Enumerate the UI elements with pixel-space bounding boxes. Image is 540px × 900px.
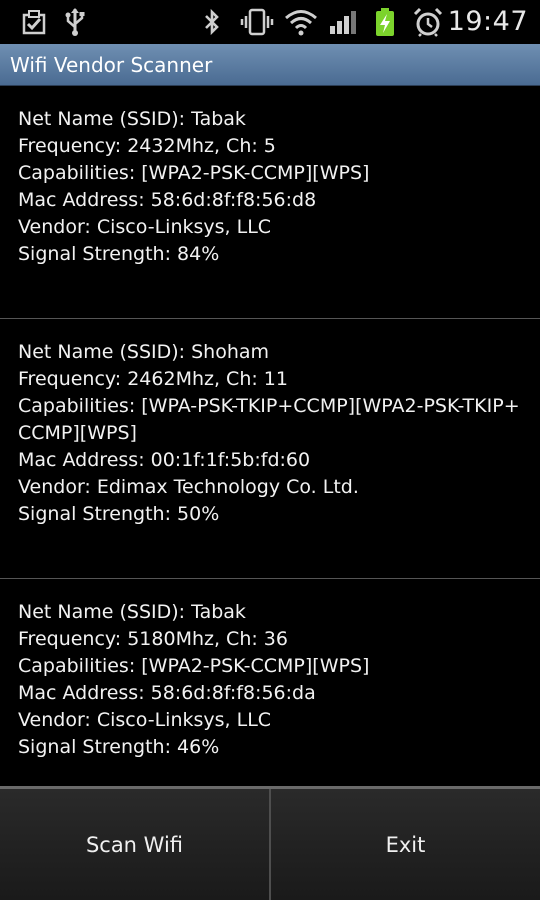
- app-title-bar: Wifi Vendor Scanner: [0, 44, 540, 86]
- app-title: Wifi Vendor Scanner: [10, 53, 213, 77]
- network-capabilities: Capabilities: [WPA2-PSK-CCMP][WPS]: [18, 162, 370, 184]
- scan-wifi-button[interactable]: Scan Wifi: [0, 789, 269, 900]
- network-capabilities: Capabilities: [WPA2-PSK-CCMP][WPS]: [18, 655, 370, 677]
- network-vendor: Vendor: Cisco-Linksys, LLC: [18, 709, 272, 731]
- network-ssid: Net Name (SSID): Shoham: [18, 341, 270, 363]
- alarm-icon: [412, 6, 444, 38]
- status-bar: 19:47: [0, 0, 540, 44]
- network-mac-address: Mac Address: 00:1f:1f:5b:fd:60: [18, 449, 311, 471]
- bluetooth-icon: [203, 6, 221, 38]
- battery-charging-icon: [374, 6, 396, 38]
- network-frequency: Frequency: 5180Mhz, Ch: 36: [18, 628, 288, 650]
- bottom-button-bar: Scan Wifi Exit: [0, 786, 540, 900]
- network-vendor: Vendor: Edimax Technology Co. Ltd.: [18, 476, 359, 498]
- network-list[interactable]: Net Name (SSID): Tabak Frequency: 2432Mh…: [0, 86, 540, 784]
- network-ssid: Net Name (SSID): Tabak: [18, 601, 246, 623]
- vibrate-icon: [240, 6, 274, 38]
- download-done-icon: [22, 6, 46, 38]
- list-item[interactable]: Net Name (SSID): Tabak Frequency: 2432Mh…: [0, 86, 540, 319]
- list-item[interactable]: Net Name (SSID): Tabak Frequency: 5180Mh…: [0, 579, 540, 784]
- network-capabilities: Capabilities: [WPA-PSK-TKIP+CCMP][WPA2-P…: [18, 395, 520, 444]
- network-frequency: Frequency: 2462Mhz, Ch: 11: [18, 368, 288, 390]
- cell-signal-icon: [328, 6, 358, 38]
- network-signal-strength: Signal Strength: 84%: [18, 243, 220, 265]
- network-signal-strength: Signal Strength: 50%: [18, 503, 220, 525]
- list-item[interactable]: Net Name (SSID): Shoham Frequency: 2462M…: [0, 319, 540, 579]
- clock-time: 19:47: [447, 6, 528, 37]
- network-mac-address: Mac Address: 58:6d:8f:f8:56:d8: [18, 189, 317, 211]
- network-ssid: Net Name (SSID): Tabak: [18, 108, 246, 130]
- exit-button[interactable]: Exit: [269, 789, 540, 900]
- network-frequency: Frequency: 2432Mhz, Ch: 5: [18, 135, 276, 157]
- network-signal-strength: Signal Strength: 46%: [18, 736, 220, 758]
- network-mac-address: Mac Address: 58:6d:8f:f8:56:da: [18, 682, 316, 704]
- usb-icon: [64, 6, 86, 38]
- network-vendor: Vendor: Cisco-Linksys, LLC: [18, 216, 272, 238]
- wifi-icon: [284, 6, 318, 38]
